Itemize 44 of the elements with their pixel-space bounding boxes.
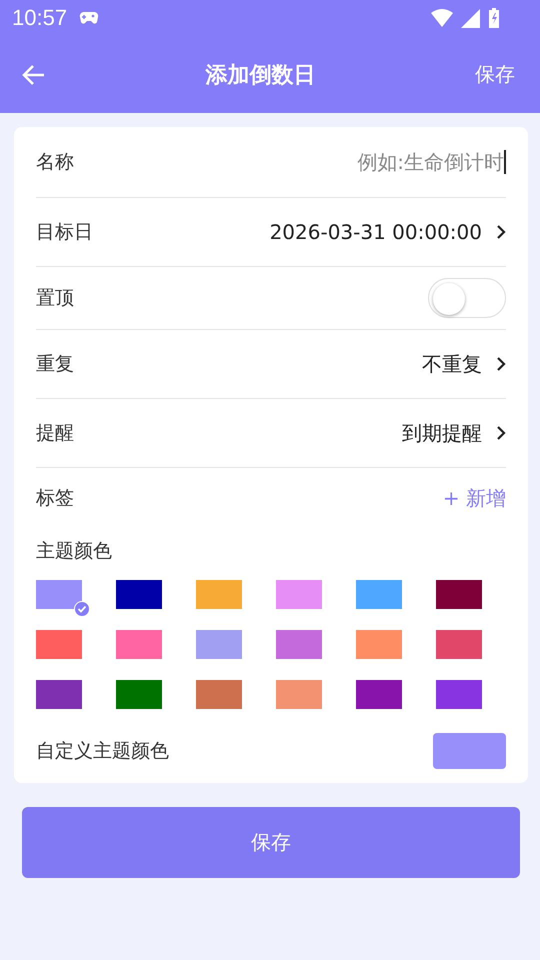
color-swatch[interactable]: [196, 630, 242, 659]
color-swatch[interactable]: [356, 630, 402, 659]
field-label: 提醒: [36, 421, 74, 446]
status-time: 10:57: [12, 5, 68, 31]
check-icon: [74, 601, 90, 617]
color-swatch[interactable]: [196, 680, 242, 709]
color-swatch[interactable]: [116, 680, 162, 709]
field-label: 自定义主题颜色: [36, 739, 169, 764]
pin-toggle[interactable]: [428, 278, 506, 318]
back-arrow-icon: [22, 64, 46, 86]
section-label: 主题颜色: [36, 539, 113, 564]
color-swatch[interactable]: [356, 680, 402, 709]
save-button[interactable]: 保存: [22, 807, 520, 878]
field-label: 目标日: [36, 220, 93, 245]
color-swatch[interactable]: [36, 680, 82, 709]
wifi-icon: [431, 9, 453, 27]
value-selector[interactable]: 不重复: [422, 350, 506, 378]
color-swatch[interactable]: [36, 630, 82, 659]
signal-icon: [461, 8, 480, 28]
field-label: 名称: [36, 150, 74, 175]
chevron-right-icon: [496, 356, 506, 372]
value-selector[interactable]: 2026-03-31 00:00:00: [270, 220, 506, 244]
color-swatch[interactable]: [436, 630, 482, 659]
chevron-right-icon: [496, 425, 506, 441]
page-title: 添加倒数日: [204, 62, 316, 90]
color-swatch[interactable]: [116, 580, 162, 609]
field-label: 置顶: [36, 286, 74, 311]
value-selector[interactable]: 到期提醒: [402, 420, 506, 446]
color-swatch[interactable]: [276, 680, 322, 709]
back-button[interactable]: [22, 64, 46, 86]
color-swatch[interactable]: [436, 580, 482, 609]
color-swatch[interactable]: [116, 630, 162, 659]
color-swatch[interactable]: [276, 630, 322, 659]
color-swatch[interactable]: [196, 580, 242, 609]
chevron-right-icon: [496, 224, 506, 240]
gamepad-icon: [79, 11, 100, 25]
field-label: 标签: [36, 486, 74, 511]
color-swatch[interactable]: [436, 680, 482, 709]
battery-icon: [488, 8, 500, 28]
custom-color-swatch[interactable]: [433, 733, 506, 769]
color-swatch[interactable]: [276, 580, 322, 609]
field-label: 重复: [36, 352, 74, 377]
color-swatch[interactable]: [36, 580, 82, 609]
color-swatch[interactable]: [356, 580, 402, 609]
